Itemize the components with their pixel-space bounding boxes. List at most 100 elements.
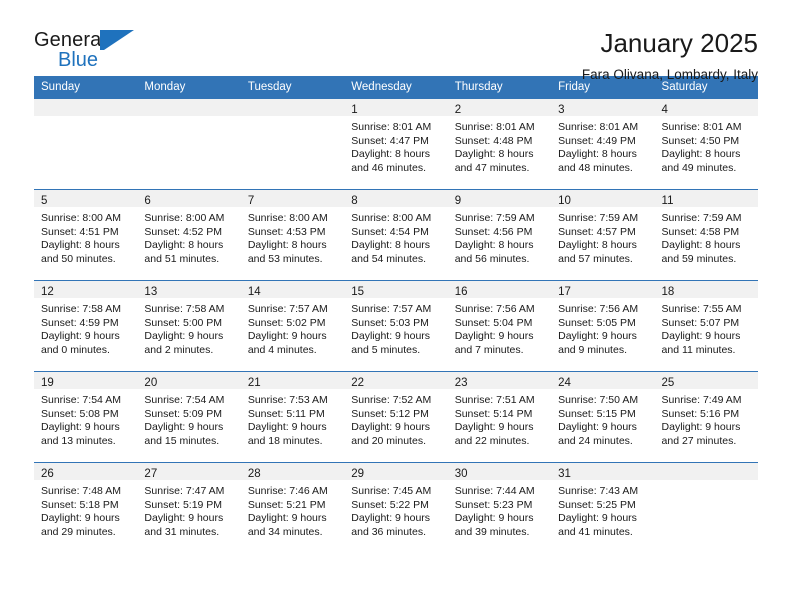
- day-cell-content: 1 Sunrise: 8:01 AM Sunset: 4:47 PM Daylight…: [344, 99, 448, 189]
- sunset-text: Sunset: 4:48 PM: [454, 134, 533, 147]
- calendar-day-cell[interactable]: 7 Sunrise: 8:00 AM Sunset: 4:53 PM Daylight…: [240, 189, 345, 281]
- calendar-day-cell[interactable]: 3 Sunrise: 8:01 AM Sunset: 4:49 PM Daylight…: [551, 98, 655, 190]
- day-number-strip: 14: [240, 281, 345, 298]
- day-number: 4: [661, 104, 668, 116]
- calendar-day-cell[interactable]: 21 Sunrise: 7:53 AM Sunset: 5:11 PM Dayligh…: [240, 371, 345, 463]
- day-number: 17: [558, 286, 571, 298]
- calendar-day-cell[interactable]: 23 Sunrise: 7:51 AM Sunset: 5:14 PM Dayligh…: [447, 371, 552, 463]
- brand-logo[interactable]: General Blue: [34, 28, 144, 74]
- day-number-strip: 9: [447, 190, 552, 207]
- sunset-text: Sunset: 5:00 PM: [144, 316, 223, 329]
- calendar-day-cell[interactable]: 11 Sunrise: 7:59 AM Sunset: 4:58 PM Dayligh…: [654, 189, 758, 281]
- calendar-day-cell[interactable]: 31 Sunrise: 7:43 AM Sunset: 5:25 PM Dayligh…: [551, 462, 655, 553]
- sunset-text: Sunset: 5:14 PM: [454, 407, 533, 420]
- day-cell-content: 20 Sunrise: 7:54 AM Sunset: 5:09 PM Dayligh…: [137, 372, 241, 462]
- calendar-body: 1 Sunrise: 8:01 AM Sunset: 4:47 PM Daylight…: [34, 98, 758, 553]
- calendar-day-cell[interactable]: 12 Sunrise: 7:58 AM Sunset: 4:59 PM Dayligh…: [34, 280, 138, 372]
- calendar-day-cell[interactable]: 19 Sunrise: 7:54 AM Sunset: 5:08 PM Dayligh…: [34, 371, 138, 463]
- day-cell-content: 25 Sunrise: 7:49 AM Sunset: 5:16 PM Dayligh…: [654, 372, 758, 462]
- day-cell-content: 13 Sunrise: 7:58 AM Sunset: 5:00 PM Dayligh…: [137, 281, 241, 371]
- day-number: 25: [661, 377, 675, 389]
- day-number: 18: [661, 286, 675, 298]
- day-number: 24: [558, 377, 571, 389]
- calendar-day-cell[interactable]: 20 Sunrise: 7:54 AM Sunset: 5:09 PM Dayligh…: [137, 371, 241, 463]
- sun-info: Sunrise: 8:01 AM Sunset: 4:49 PM Daylight:…: [551, 116, 654, 175]
- day-cell-content: 14 Sunrise: 7:57 AM Sunset: 5:02 PM Dayligh…: [240, 281, 345, 371]
- sunrise-text: Sunrise: 7:45 AM: [351, 485, 432, 497]
- calendar-day-cell-empty: [240, 98, 345, 190]
- day-cell-content: 11 Sunrise: 7:59 AM Sunset: 4:58 PM Dayligh…: [654, 190, 758, 280]
- sunrise-text: Sunrise: 7:57 AM: [247, 303, 328, 315]
- sun-info: Sunrise: 8:01 AM Sunset: 4:47 PM Daylight:…: [344, 116, 447, 175]
- day-cell-content: [240, 99, 345, 189]
- calendar-day-cell[interactable]: 6 Sunrise: 8:00 AM Sunset: 4:52 PM Daylight…: [137, 189, 241, 281]
- calendar-day-cell[interactable]: 29 Sunrise: 7:45 AM Sunset: 5:22 PM Dayligh…: [344, 462, 448, 553]
- calendar-day-cell[interactable]: 4 Sunrise: 8:01 AM Sunset: 4:50 PM Daylight…: [654, 98, 758, 190]
- day-cell-content: 19 Sunrise: 7:54 AM Sunset: 5:08 PM Dayligh…: [34, 372, 138, 462]
- calendar-day-cell[interactable]: 27 Sunrise: 7:47 AM Sunset: 5:19 PM Dayligh…: [137, 462, 241, 553]
- calendar-day-cell[interactable]: 28 Sunrise: 7:46 AM Sunset: 5:21 PM Dayligh…: [240, 462, 345, 553]
- day-cell-content: 26 Sunrise: 7:48 AM Sunset: 5:18 PM Dayligh…: [34, 463, 138, 553]
- calendar-day-cell[interactable]: 24 Sunrise: 7:50 AM Sunset: 5:15 PM Dayligh…: [551, 371, 655, 463]
- day-number: 14: [247, 286, 261, 298]
- calendar-day-cell[interactable]: 25 Sunrise: 7:49 AM Sunset: 5:16 PM Dayligh…: [654, 371, 758, 463]
- weekday-header-thursday: Thursday: [447, 76, 552, 99]
- day-cell-content: 10 Sunrise: 7:59 AM Sunset: 4:57 PM Dayligh…: [551, 190, 655, 280]
- day-number-strip: 23: [447, 372, 552, 389]
- calendar-day-cell[interactable]: 16 Sunrise: 7:56 AM Sunset: 5:04 PM Dayligh…: [447, 280, 552, 372]
- calendar-week-row: 26 Sunrise: 7:48 AM Sunset: 5:18 PM Dayligh…: [34, 462, 758, 553]
- calendar-day-cell[interactable]: 17 Sunrise: 7:56 AM Sunset: 5:05 PM Dayligh…: [551, 280, 655, 372]
- daylight-text-line2: and 36 minutes.: [351, 525, 426, 538]
- title-block: January 2025 Fara Olivana, Lombardy, Ita…: [582, 28, 758, 84]
- calendar-day-cell[interactable]: 5 Sunrise: 8:00 AM Sunset: 4:51 PM Daylight…: [34, 189, 138, 281]
- sunset-text: Sunset: 5:09 PM: [144, 407, 223, 420]
- day-number-strip: 25: [654, 372, 758, 389]
- day-number: 22: [351, 377, 365, 389]
- sunset-text: Sunset: 5:07 PM: [661, 316, 740, 329]
- sun-info: Sunrise: 7:53 AM Sunset: 5:11 PM Daylight:…: [241, 389, 344, 448]
- calendar-day-cell[interactable]: 14 Sunrise: 7:57 AM Sunset: 5:02 PM Dayligh…: [240, 280, 345, 372]
- day-cell-content: 30 Sunrise: 7:44 AM Sunset: 5:23 PM Dayligh…: [447, 463, 552, 553]
- calendar-day-cell[interactable]: 2 Sunrise: 8:01 AM Sunset: 4:48 PM Daylight…: [447, 98, 552, 190]
- day-cell-content: 12 Sunrise: 7:58 AM Sunset: 4:59 PM Dayligh…: [34, 281, 138, 371]
- day-number-strip: 22: [344, 372, 448, 389]
- calendar-day-cell[interactable]: 10 Sunrise: 7:59 AM Sunset: 4:57 PM Dayligh…: [551, 189, 655, 281]
- day-number: 19: [41, 377, 54, 389]
- calendar-day-cell[interactable]: 8 Sunrise: 8:00 AM Sunset: 4:54 PM Daylight…: [344, 189, 448, 281]
- day-number: 26: [41, 468, 54, 480]
- calendar-day-cell[interactable]: 15 Sunrise: 7:57 AM Sunset: 5:03 PM Dayligh…: [344, 280, 448, 372]
- day-cell-content: 5 Sunrise: 8:00 AM Sunset: 4:51 PM Daylight…: [34, 190, 138, 280]
- daylight-text-line2: and 13 minutes.: [41, 434, 116, 447]
- sunset-text: Sunset: 4:57 PM: [558, 225, 636, 238]
- daylight-text-line1: Daylight: 8 hours: [661, 239, 741, 252]
- calendar-day-cell[interactable]: 30 Sunrise: 7:44 AM Sunset: 5:23 PM Dayligh…: [447, 462, 552, 553]
- daylight-text-line1: Daylight: 9 hours: [558, 512, 637, 525]
- calendar-day-cell[interactable]: 22 Sunrise: 7:52 AM Sunset: 5:12 PM Dayligh…: [344, 371, 448, 463]
- daylight-text-line1: Daylight: 8 hours: [144, 239, 224, 252]
- day-number-strip: 5: [34, 190, 138, 207]
- sun-info: Sunrise: 7:50 AM Sunset: 5:15 PM Daylight:…: [551, 389, 654, 448]
- day-cell-content: 27 Sunrise: 7:47 AM Sunset: 5:19 PM Dayligh…: [137, 463, 241, 553]
- sun-info: Sunrise: 7:56 AM Sunset: 5:05 PM Daylight:…: [551, 298, 654, 357]
- calendar-day-cell[interactable]: 9 Sunrise: 7:59 AM Sunset: 4:56 PM Daylight…: [447, 189, 552, 281]
- day-cell-content: 17 Sunrise: 7:56 AM Sunset: 5:05 PM Dayligh…: [551, 281, 655, 371]
- daylight-text-line1: Daylight: 9 hours: [41, 421, 120, 434]
- sun-info: Sunrise: 7:52 AM Sunset: 5:12 PM Daylight:…: [344, 389, 447, 448]
- day-number-strip: [654, 463, 758, 480]
- calendar-day-cell[interactable]: 13 Sunrise: 7:58 AM Sunset: 5:00 PM Dayligh…: [137, 280, 241, 372]
- day-number-strip: 31: [551, 463, 655, 480]
- sunrise-text: Sunrise: 8:00 AM: [144, 212, 225, 224]
- sunrise-text: Sunrise: 7:57 AM: [351, 303, 432, 315]
- logo-triangle-shape: [104, 30, 134, 50]
- sunrise-text: Sunrise: 8:01 AM: [454, 121, 535, 133]
- daylight-text-line1: Daylight: 8 hours: [351, 239, 431, 252]
- sun-info: Sunrise: 7:54 AM Sunset: 5:09 PM Daylight:…: [137, 389, 240, 448]
- daylight-text-line2: and 53 minutes.: [247, 252, 323, 265]
- calendar-day-cell[interactable]: 26 Sunrise: 7:48 AM Sunset: 5:18 PM Dayligh…: [34, 462, 138, 553]
- day-cell-content: 16 Sunrise: 7:56 AM Sunset: 5:04 PM Dayligh…: [447, 281, 552, 371]
- calendar-day-cell[interactable]: 18 Sunrise: 7:55 AM Sunset: 5:07 PM Dayligh…: [654, 280, 758, 372]
- calendar-day-cell[interactable]: 1 Sunrise: 8:01 AM Sunset: 4:47 PM Daylight…: [344, 98, 448, 190]
- sunrise-text: Sunrise: 7:56 AM: [558, 303, 639, 315]
- daylight-text-line1: Daylight: 9 hours: [558, 421, 637, 434]
- day-number-strip: 21: [240, 372, 345, 389]
